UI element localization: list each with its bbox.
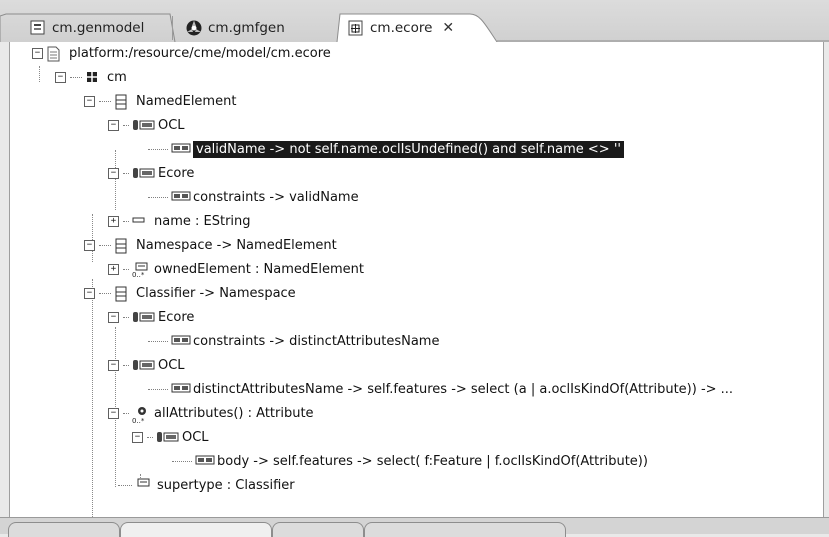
- detail-entry-icon: [195, 454, 215, 468]
- tree-label: Ecore: [158, 309, 195, 325]
- tab-separator: [172, 16, 173, 40]
- collapse-toggle[interactable]: −: [108, 359, 119, 371]
- annotation-icon: [132, 310, 155, 324]
- bottom-tab[interactable]: [120, 522, 272, 537]
- tree-row-detail[interactable]: body -> self.features -> select( f:Featu…: [172, 450, 648, 472]
- tree-label: ownedElement : NamedElement: [154, 261, 364, 277]
- collapse-toggle[interactable]: −: [108, 407, 119, 419]
- tree-row-detail[interactable]: constraints -> distinctAttributesName: [148, 330, 439, 352]
- detail-entry-icon: [171, 190, 191, 204]
- tab-label: cm.gmfgen: [208, 20, 285, 36]
- annotation-icon: [132, 118, 155, 132]
- collapse-toggle[interactable]: −: [84, 287, 95, 299]
- reference-icon: [135, 478, 153, 492]
- tab-gmfgen[interactable]: cm.gmfgen: [186, 15, 285, 41]
- tree-row-annotation[interactable]: − OCL: [108, 354, 185, 376]
- annotation-icon: [156, 430, 179, 444]
- tree-label: OCL: [158, 117, 185, 133]
- operation-icon: 0..*: [132, 406, 150, 425]
- detail-entry-icon: [171, 382, 191, 396]
- tree-label: platform:/resource/cme/model/cm.ecore: [69, 45, 331, 61]
- tab-label: cm.ecore: [370, 20, 433, 36]
- tab-genmodel[interactable]: cm.genmodel: [30, 15, 144, 41]
- editor-tab-bar: cm.genmodel cm.gmfgen cm.ecore ✕: [0, 0, 829, 42]
- collapse-toggle[interactable]: −: [84, 239, 95, 251]
- class-icon: [114, 238, 132, 254]
- collapse-toggle[interactable]: −: [32, 47, 43, 59]
- genmodel-icon: [30, 20, 46, 36]
- annotation-icon: [132, 166, 155, 180]
- tree-label: NamedElement: [136, 93, 237, 109]
- collapse-toggle[interactable]: −: [84, 95, 95, 107]
- bottom-tab-strip: [0, 517, 829, 537]
- tree-label: name : EString: [154, 213, 251, 229]
- svg-text:0..*: 0..*: [132, 417, 145, 424]
- tab-ecore[interactable]: cm.ecore ✕: [348, 15, 454, 41]
- attribute-icon: [132, 214, 150, 228]
- reference-icon: 0..*: [132, 262, 150, 279]
- tree-row-detail[interactable]: constraints -> validName: [148, 186, 359, 208]
- tree-row-detail[interactable]: validName -> not self.name.oclIsUndefine…: [148, 138, 624, 160]
- tree-label: Namespace -> NamedElement: [136, 237, 337, 253]
- tree-label: distinctAttributesName -> self.features …: [193, 381, 734, 397]
- tree-row-attribute[interactable]: + name : EString: [108, 210, 251, 232]
- collapse-toggle[interactable]: −: [108, 167, 119, 179]
- expand-toggle[interactable]: +: [108, 263, 119, 275]
- tree-row-operation[interactable]: − 0..* allAttributes() : Attribute: [108, 402, 314, 425]
- class-icon: [114, 94, 132, 110]
- tree-label-selected: validName -> not self.name.oclIsUndefine…: [193, 140, 624, 158]
- class-icon: [114, 286, 132, 302]
- tree-row-annotation[interactable]: − OCL: [108, 114, 185, 136]
- tree-label: constraints -> distinctAttributesName: [193, 333, 440, 349]
- tree-label: Classifier -> Namespace: [136, 285, 296, 301]
- gmfgen-icon: [186, 20, 202, 36]
- tree-row-annotation[interactable]: − Ecore: [108, 306, 194, 328]
- tree-row-class[interactable]: − NamedElement: [84, 90, 236, 112]
- tree-row-reference[interactable]: supertype : Classifier: [118, 474, 295, 496]
- tree-row-package[interactable]: − cm: [55, 66, 127, 88]
- tree-row-class[interactable]: − Namespace -> NamedElement: [84, 234, 337, 256]
- bottom-tab[interactable]: [364, 522, 566, 537]
- ecore-file-icon: [348, 20, 364, 36]
- package-icon: [85, 70, 103, 84]
- tree-label: allAttributes() : Attribute: [154, 405, 314, 421]
- tree-label: supertype : Classifier: [157, 477, 295, 493]
- tree-label: OCL: [158, 357, 185, 373]
- collapse-toggle[interactable]: −: [108, 119, 119, 131]
- ecore-tree-view[interactable]: − platform:/resource/cme/model/cm.ecore …: [9, 42, 824, 517]
- tree-row-annotation[interactable]: − Ecore: [108, 162, 194, 184]
- close-icon[interactable]: ✕: [442, 20, 454, 36]
- collapse-toggle[interactable]: −: [108, 311, 119, 323]
- detail-entry-icon: [171, 142, 191, 156]
- tree-row-annotation[interactable]: − OCL: [132, 426, 209, 448]
- bottom-tab[interactable]: [8, 522, 120, 537]
- tree-label: cm: [107, 69, 127, 85]
- tab-label: cm.genmodel: [52, 20, 145, 36]
- detail-entry-icon: [171, 334, 191, 348]
- tree-label: OCL: [182, 429, 209, 445]
- ecore-file-icon: [47, 46, 65, 62]
- tree-label: Ecore: [158, 165, 195, 181]
- bottom-tab[interactable]: [272, 522, 364, 537]
- tree-row-root[interactable]: − platform:/resource/cme/model/cm.ecore: [32, 42, 331, 64]
- tree-row-detail[interactable]: distinctAttributesName -> self.features …: [148, 378, 733, 400]
- tree-row-class[interactable]: − Classifier -> Namespace: [84, 282, 296, 304]
- expand-toggle[interactable]: +: [108, 215, 119, 227]
- tree-label: body -> self.features -> select( f:Featu…: [217, 453, 648, 469]
- collapse-toggle[interactable]: −: [132, 431, 143, 443]
- svg-text:0..*: 0..*: [132, 271, 145, 278]
- tree-row-reference[interactable]: + 0..* ownedElement : NamedElement: [108, 258, 364, 280]
- tree-label: constraints -> validName: [193, 189, 359, 205]
- annotation-icon: [132, 358, 155, 372]
- collapse-toggle[interactable]: −: [55, 71, 66, 83]
